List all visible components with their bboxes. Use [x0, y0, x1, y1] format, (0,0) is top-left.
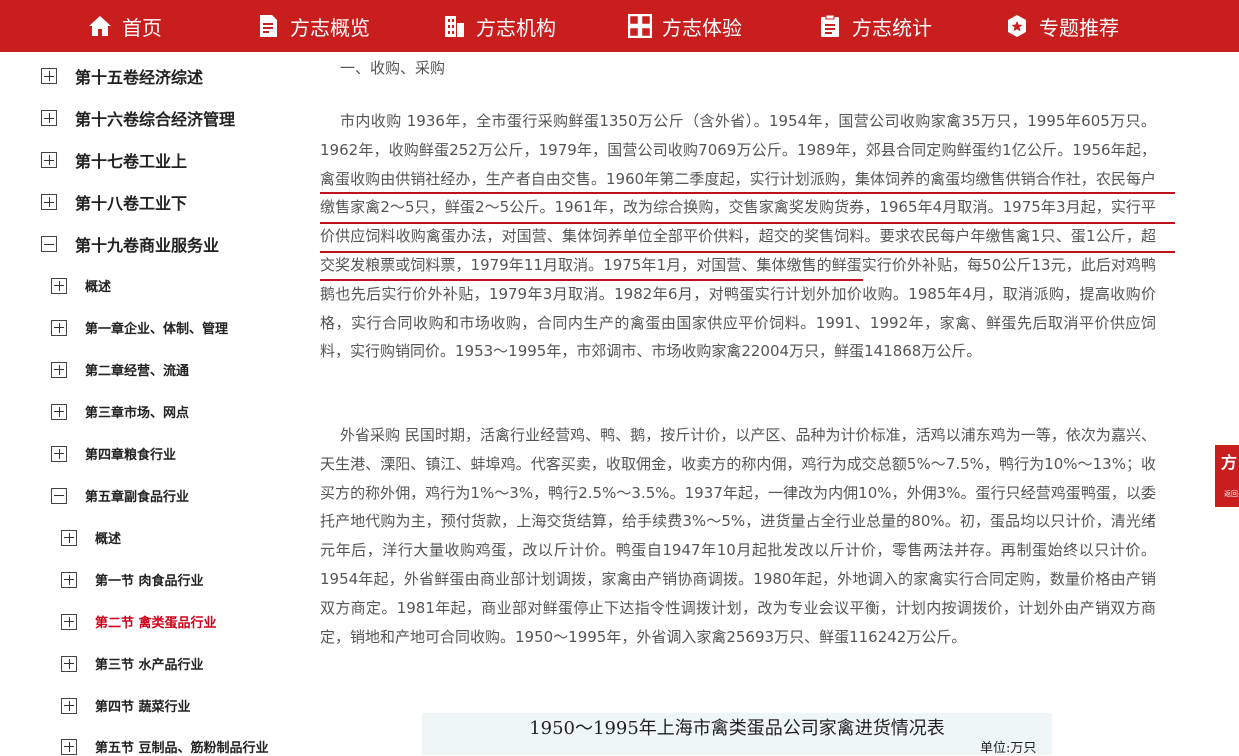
nav-label: 方志统计 [852, 15, 932, 40]
tree-label: 第一节 肉食品行业 [95, 574, 204, 589]
tree-label: 第三节 水产品行业 [95, 658, 204, 673]
tree-section-overview[interactable]: 概述 [61, 528, 121, 547]
collapse-icon[interactable] [51, 487, 67, 504]
nav-experience[interactable]: 方志体验 [628, 0, 742, 52]
section-title: 一、收购、采购 [340, 59, 446, 77]
tree-section-1[interactable]: 第一节 肉食品行业 [61, 570, 204, 589]
tree-label: 第十八卷工业下 [75, 194, 188, 213]
tree-section-3[interactable]: 第三节 水产品行业 [61, 654, 204, 673]
nav-label: 方志体验 [662, 15, 742, 40]
tree-label: 概述 [95, 532, 122, 547]
side-tab-subtext: 返回 [1224, 490, 1238, 498]
expand-icon[interactable] [41, 110, 57, 126]
tree-label: 第四节 蔬菜行业 [95, 700, 191, 715]
tree-section-4[interactable]: 第四节 蔬菜行业 [61, 696, 191, 715]
expand-icon[interactable] [51, 277, 67, 294]
tree-volume-18[interactable]: 第十八卷工业下 [41, 190, 187, 214]
tree-chapter-2[interactable]: 第二章经营、流通 [51, 360, 189, 379]
nav-overview[interactable]: 方志概览 [256, 0, 370, 52]
nav-label: 方志概览 [290, 15, 370, 40]
expand-icon[interactable] [41, 152, 57, 168]
nav-statistics[interactable]: 方志统计 [818, 0, 932, 52]
highlight-underline [320, 251, 1175, 253]
expand-icon[interactable] [61, 697, 77, 714]
tree-label: 第四章粮食行业 [85, 448, 177, 463]
expand-icon[interactable] [61, 529, 77, 546]
paragraph-local-purchase: 市内收购 1936年，全市蛋行采购鲜蛋1350万公斤（含外省）。1954年，国营… [320, 112, 1156, 361]
grid-icon [628, 14, 652, 38]
tree-label: 第三章市场、网点 [85, 406, 190, 421]
tree-volume-15[interactable]: 第十五卷经济综述 [41, 64, 203, 88]
building-icon [445, 16, 464, 37]
tree-chapter-overview[interactable]: 概述 [51, 276, 111, 295]
nav-label: 首页 [122, 15, 162, 40]
tree-section-5[interactable]: 第五节 豆制品、筋粉制品行业 [61, 737, 269, 756]
tree-section-2[interactable]: 第二节 禽类蛋品行业 [61, 612, 217, 631]
tree-label: 第十九卷商业服务业 [75, 236, 220, 255]
nav-label: 专题推荐 [1039, 15, 1119, 40]
tree-label: 第十七卷工业上 [75, 152, 188, 171]
tree-chapter-4[interactable]: 第四章粮食行业 [51, 444, 176, 463]
nav-home[interactable]: 首页 [88, 0, 162, 52]
tree-label: 概述 [85, 280, 112, 295]
table-unit: 单位:万只 [980, 741, 1037, 756]
tree-label: 第二节 禽类蛋品行业 [95, 616, 217, 631]
expand-icon[interactable] [41, 194, 57, 210]
highlight-underline [320, 279, 863, 281]
paragraph-outside-purchase: 外省采购 民国时期，活禽行业经营鸡、鸭、鹅，按斤计价，以产区、品种为计价标准，活… [320, 426, 1156, 646]
expand-icon[interactable] [61, 655, 77, 672]
tree-label: 第十六卷综合经济管理 [75, 110, 236, 129]
collapse-icon[interactable] [41, 236, 57, 252]
nav-institutions[interactable]: 方志机构 [442, 0, 556, 52]
tree-volume-17[interactable]: 第十七卷工业上 [41, 148, 187, 172]
return-side-tab[interactable]: 方 返回 [1215, 445, 1239, 507]
tree-volume-19[interactable]: 第十九卷商业服务业 [41, 232, 219, 256]
tree-chapter-1[interactable]: 第一章企业、体制、管理 [51, 318, 228, 337]
tree-chapter-5[interactable]: 第五章副食品行业 [51, 486, 189, 505]
expand-icon[interactable] [51, 319, 67, 336]
document-icon [260, 15, 277, 37]
tree-volume-16[interactable]: 第十六卷综合经济管理 [41, 106, 235, 130]
highlight-underline [320, 192, 1175, 194]
home-icon [89, 16, 111, 36]
tree-label: 第五章副食品行业 [85, 490, 190, 505]
highlight-underline [320, 222, 1175, 224]
expand-icon[interactable] [51, 361, 67, 378]
table-caption: 1950～1995年上海市禽类蛋品公司家禽进货情况表 [529, 718, 945, 739]
tree-label: 第五节 豆制品、筋粉制品行业 [95, 741, 269, 756]
side-tab-text: 方 [1221, 453, 1238, 472]
clipboard-icon [821, 14, 839, 37]
nav-label: 方志机构 [476, 15, 556, 40]
tree-label: 第十五卷经济综述 [75, 68, 204, 87]
tree-label: 第一章企业、体制、管理 [85, 322, 229, 337]
badge-icon [1008, 15, 1026, 37]
expand-icon[interactable] [61, 571, 77, 588]
expand-icon[interactable] [61, 613, 77, 630]
expand-icon[interactable] [61, 738, 77, 755]
expand-icon[interactable] [51, 445, 67, 462]
expand-icon[interactable] [41, 68, 57, 84]
tree-chapter-3[interactable]: 第三章市场、网点 [51, 402, 189, 421]
top-navigation-bar: 首页 方志概览 方志机构 方志体验 方志统计 专题推荐 [0, 0, 1239, 52]
nav-featured[interactable]: 专题推荐 [1005, 0, 1119, 52]
expand-icon[interactable] [51, 403, 67, 420]
tree-label: 第二章经营、流通 [85, 364, 190, 379]
